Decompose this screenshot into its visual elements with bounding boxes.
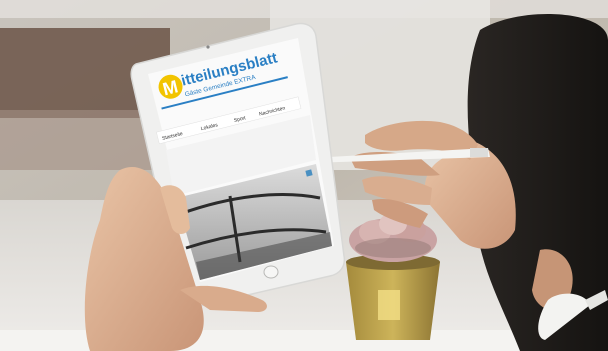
home-button[interactable] (263, 265, 279, 279)
ceiling-light (0, 0, 608, 18)
photo-scene: M itteilungsblatt Gäste Gemeinde EXTRA S… (0, 0, 608, 351)
scene-canvas: M itteilungsblatt Gäste Gemeinde EXTRA S… (0, 0, 608, 351)
background-furniture-lower (0, 110, 160, 170)
succulent-pot (346, 254, 440, 340)
camera-dot (206, 45, 210, 49)
